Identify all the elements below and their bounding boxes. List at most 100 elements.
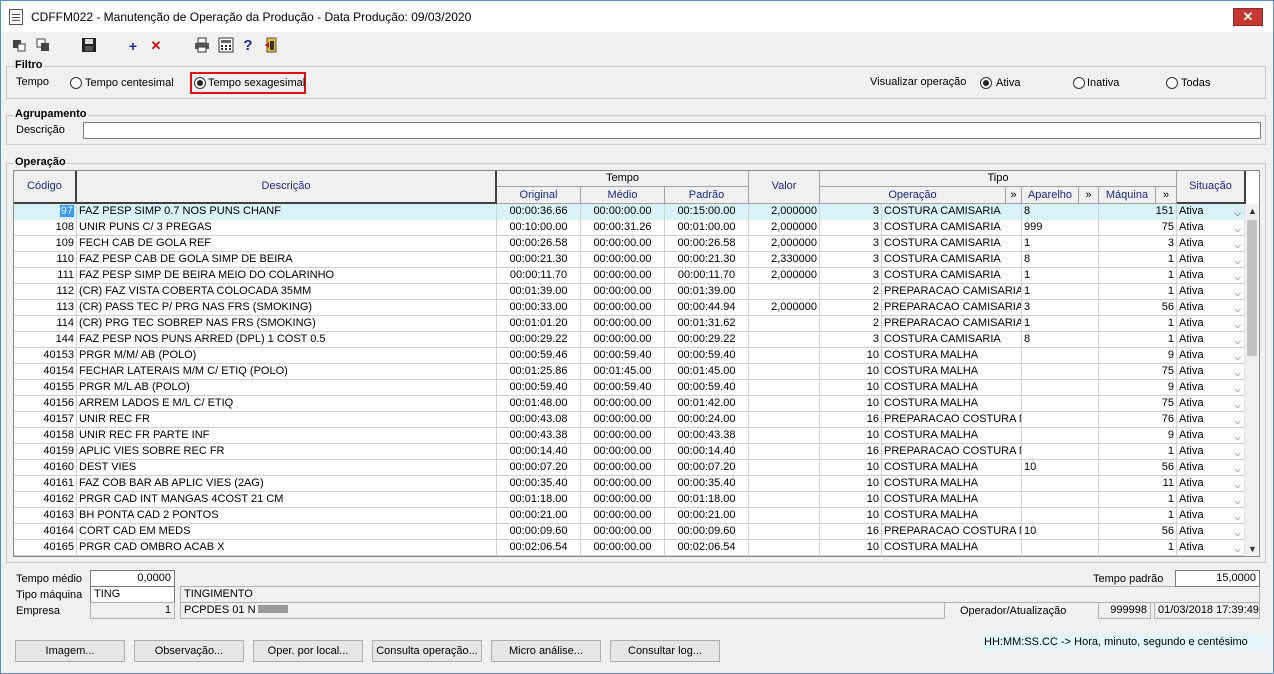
header-operacao[interactable]: Operação — [820, 187, 1006, 204]
cell-op-num[interactable]: 10 — [820, 492, 882, 508]
cell-maquina[interactable]: 11 — [1099, 476, 1177, 492]
cell-valor[interactable] — [749, 524, 820, 540]
header-aparelho[interactable]: Aparelho — [1022, 187, 1079, 204]
cell-codigo[interactable]: 40163 — [14, 508, 77, 524]
cell-op-num[interactable]: 10 — [820, 380, 882, 396]
expand-aparelho-button[interactable]: » — [1079, 187, 1099, 204]
cell-descricao[interactable]: FAZ PESP CAB DE GOLA SIMP DE BEIRA — [77, 252, 497, 268]
cell-valor[interactable] — [749, 284, 820, 300]
cell-maquina[interactable]: 56 — [1099, 300, 1177, 316]
add-icon[interactable]: + — [124, 37, 142, 55]
header-situacao[interactable]: Situação — [1177, 171, 1246, 204]
cell-aparelho[interactable]: 1 — [1022, 316, 1099, 332]
table-row[interactable]: 113 (CR) PASS TEC P/ PRG NAS FRS (SMOKING… — [14, 300, 1245, 316]
cell-op-desc[interactable]: COSTURA MALHA — [882, 508, 1022, 524]
cell-valor[interactable] — [749, 348, 820, 364]
cell-padrao[interactable]: 00:00:59.40 — [665, 348, 749, 364]
cell-maquina[interactable]: 1 — [1099, 492, 1177, 508]
cell-padrao[interactable]: 00:01:39.00 — [665, 284, 749, 300]
cell-medio[interactable]: 00:01:45.00 — [581, 364, 665, 380]
table-row[interactable]: 40158 UNIR REC FR PARTE INF 00:00:43.38 00:… — [14, 428, 1245, 444]
cell-maquina[interactable]: 56 — [1099, 460, 1177, 476]
cell-situacao[interactable]: Ativa ⌵ — [1177, 508, 1245, 524]
cell-descricao[interactable]: BH PONTA CAD 2 PONTOS — [77, 508, 497, 524]
cell-maquina[interactable]: 1 — [1099, 540, 1177, 556]
cell-aparelho[interactable] — [1022, 540, 1099, 556]
cell-valor[interactable] — [749, 444, 820, 460]
cell-aparelho[interactable]: 8 — [1022, 332, 1099, 348]
cell-op-num[interactable]: 3 — [820, 236, 882, 252]
table-row[interactable]: 40164 CORT CAD EM MEDS 00:00:09.60 00:00:00… — [14, 524, 1245, 540]
cell-padrao[interactable]: 00:01:31.62 — [665, 316, 749, 332]
cell-situacao[interactable]: Ativa ⌵ — [1177, 364, 1245, 380]
header-descricao[interactable]: Descrição — [77, 171, 497, 204]
cell-descricao[interactable]: CORT CAD EM MEDS — [77, 524, 497, 540]
tempo-centesimal-label[interactable]: Tempo centesimal — [85, 77, 174, 89]
cell-aparelho[interactable] — [1022, 412, 1099, 428]
cell-medio[interactable]: 00:00:31.26 — [581, 220, 665, 236]
cell-situacao[interactable]: Ativa ⌵ — [1177, 204, 1245, 220]
cell-op-desc[interactable]: PREPARACAO CAMISARIA — [882, 300, 1022, 316]
cell-aparelho[interactable] — [1022, 364, 1099, 380]
table-row[interactable]: 40160 DEST VIES 00:00:07.20 00:00:00.00 00:0… — [14, 460, 1245, 476]
cell-descricao[interactable]: UNIR REC FR PARTE INF — [77, 428, 497, 444]
cell-codigo[interactable]: 40158 — [14, 428, 77, 444]
cell-descricao[interactable]: APLIC VIES SOBRE REC FR — [77, 444, 497, 460]
cell-padrao[interactable]: 00:00:43.38 — [665, 428, 749, 444]
table-row[interactable]: 40154 FECHAR LATERAIS M/M C/ ETIQ (POLO) 0… — [14, 364, 1245, 380]
cell-padrao[interactable]: 00:00:29.22 — [665, 332, 749, 348]
cell-padrao[interactable]: 00:01:18.00 — [665, 492, 749, 508]
cell-descricao[interactable]: (CR) FAZ VISTA COBERTA COLOCADA 35MM — [77, 284, 497, 300]
cell-maquina[interactable]: 1 — [1099, 508, 1177, 524]
expand-operacao-button[interactable]: » — [1006, 187, 1022, 204]
cell-original[interactable]: 00:00:59.46 — [497, 348, 581, 364]
cell-op-desc[interactable]: COSTURA CAMISARIA — [882, 332, 1022, 348]
last-record-icon[interactable] — [34, 37, 52, 55]
cell-situacao[interactable]: Ativa ⌵ — [1177, 252, 1245, 268]
cell-medio[interactable]: 00:00:00.00 — [581, 460, 665, 476]
cell-medio[interactable]: 00:00:00.00 — [581, 476, 665, 492]
cell-medio[interactable]: 00:00:00.00 — [581, 332, 665, 348]
inativa-label[interactable]: Inativa — [1087, 77, 1119, 89]
chevron-down-icon[interactable]: ⌵ — [1234, 414, 1241, 428]
observacao-button[interactable]: Observação... — [134, 640, 244, 662]
cell-original[interactable]: 00:00:36.66 — [497, 204, 581, 220]
cell-original[interactable]: 00:00:14.40 — [497, 444, 581, 460]
cell-descricao[interactable]: PRGR CAD OMBRO ACAB X — [77, 540, 497, 556]
cell-original[interactable]: 00:00:07.20 — [497, 460, 581, 476]
cell-original[interactable]: 00:00:26.58 — [497, 236, 581, 252]
table-row[interactable]: 144 FAZ PESP NOS PUNS ARRED (DPL) 1 COST … — [14, 332, 1245, 348]
cell-codigo[interactable]: 40157 — [14, 412, 77, 428]
chevron-down-icon[interactable]: ⌵ — [1234, 254, 1241, 268]
chevron-down-icon[interactable]: ⌵ — [1234, 222, 1241, 236]
cell-op-num[interactable]: 16 — [820, 444, 882, 460]
cell-padrao[interactable]: 00:00:07.20 — [665, 460, 749, 476]
cell-situacao[interactable]: Ativa ⌵ — [1177, 236, 1245, 252]
cell-situacao[interactable]: Ativa ⌵ — [1177, 380, 1245, 396]
header-padrao[interactable]: Padrão — [665, 187, 749, 204]
header-maquina[interactable]: Máquina — [1099, 187, 1156, 204]
cell-medio[interactable]: 00:00:00.00 — [581, 396, 665, 412]
cell-op-num[interactable]: 10 — [820, 396, 882, 412]
cell-medio[interactable]: 00:00:00.00 — [581, 444, 665, 460]
cell-original[interactable]: 00:02:06.54 — [497, 540, 581, 556]
cell-op-num[interactable]: 10 — [820, 508, 882, 524]
cell-padrao[interactable]: 00:00:24.00 — [665, 412, 749, 428]
cell-aparelho[interactable]: 1 — [1022, 284, 1099, 300]
ativa-label[interactable]: Ativa — [996, 77, 1020, 89]
cell-descricao[interactable]: (CR) PASS TEC P/ PRG NAS FRS (SMOKING) — [77, 300, 497, 316]
chevron-down-icon[interactable]: ⌵ — [1234, 302, 1241, 316]
cell-situacao[interactable]: Ativa ⌵ — [1177, 492, 1245, 508]
cell-medio[interactable]: 00:00:00.00 — [581, 300, 665, 316]
cell-op-desc[interactable]: COSTURA MALHA — [882, 348, 1022, 364]
cell-op-desc[interactable]: COSTURA CAMISARIA — [882, 268, 1022, 284]
header-original[interactable]: Original — [497, 187, 581, 204]
cell-maquina[interactable]: 9 — [1099, 348, 1177, 364]
cell-maquina[interactable]: 1 — [1099, 316, 1177, 332]
tempo-sexagesimal-label[interactable]: Tempo sexagesimal — [208, 77, 305, 89]
cell-aparelho[interactable]: 8 — [1022, 204, 1099, 220]
cell-padrao[interactable]: 00:00:21.30 — [665, 252, 749, 268]
chevron-down-icon[interactable]: ⌵ — [1234, 366, 1241, 380]
cell-situacao[interactable]: Ativa ⌵ — [1177, 332, 1245, 348]
cell-op-num[interactable]: 10 — [820, 348, 882, 364]
